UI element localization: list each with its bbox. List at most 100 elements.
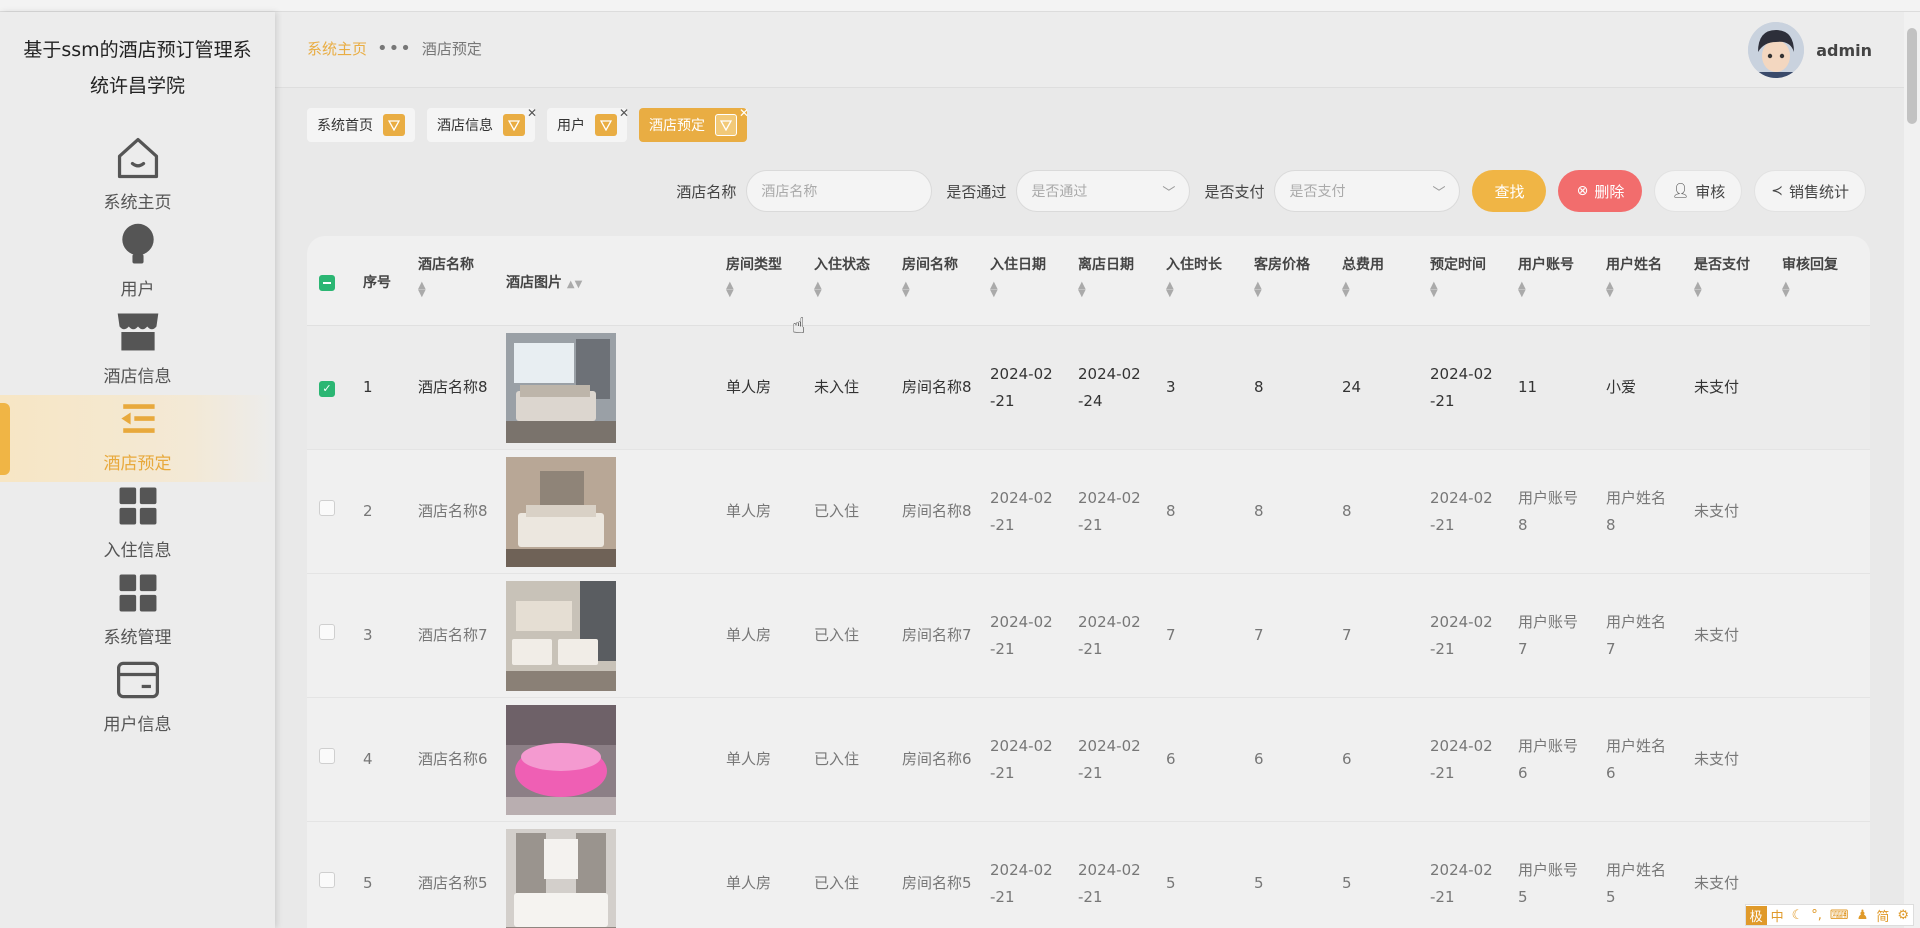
cell-duration: 7 [1166, 626, 1176, 644]
sort-icon[interactable]: ▲▼ [1694, 281, 1782, 299]
cell-price: 5 [1254, 874, 1264, 892]
sidebar-item-label: 用户 [120, 280, 155, 300]
cell-hotel: 酒店名称6 [418, 750, 488, 768]
cell-no: 4 [363, 750, 373, 768]
search-bar: 酒店名称 酒店名称 是否通过 是否通过 ﹀ 是否支付 是否支付 ﹀ 查找 ⊗ 删除 👤… [676, 170, 1866, 212]
sort-icon[interactable]: ▲▼ [567, 279, 582, 290]
cell-no: 3 [363, 626, 373, 644]
cell-account: 用户账号6 [1518, 736, 1579, 782]
table-row[interactable]: 2 酒店名称8 单人房 已入住 房间名称8 2024-02-21 2024-02… [307, 450, 1870, 574]
find-button[interactable]: 查找 [1472, 170, 1547, 212]
sidebar-item-checkin-info[interactable]: 入住信息 [0, 482, 275, 569]
col-header-sortable[interactable]: 酒店图片 ▲▼ [506, 236, 726, 325]
select-all-checkbox[interactable] [307, 236, 363, 325]
cell-in-date: 2024-02-21 [990, 364, 1053, 410]
row-checkbox[interactable] [319, 748, 335, 764]
tag-icon [595, 114, 617, 136]
tag-icon [715, 114, 737, 136]
sort-icon[interactable]: ▲▼ [1606, 281, 1694, 299]
close-icon[interactable]: ✕ [619, 106, 629, 120]
close-icon[interactable]: ✕ [739, 106, 749, 120]
col-header-sortable[interactable]: 审核回复 ▲ ▼ [1782, 236, 1864, 325]
chevron-down-icon: ﹀ [1162, 186, 1176, 201]
row-checkbox[interactable] [319, 872, 335, 888]
col-header-sortable[interactable]: 用户账号 ▲ ▼ [1518, 236, 1606, 325]
cell-type: 单人房 [726, 378, 772, 396]
sort-icon[interactable]: ▲▼ [418, 281, 506, 299]
sort-icon[interactable]: ▲▼ [1518, 281, 1606, 299]
breadcrumb-home-link[interactable]: 系统主页 [307, 38, 367, 59]
sort-icon[interactable]: ▲▼ [990, 281, 1078, 299]
punctuation-icon[interactable]: °, [1807, 908, 1826, 923]
cell-total: 7 [1342, 626, 1352, 644]
col-header-sortable[interactable]: 总费用 ▲ ▼ [1342, 236, 1430, 325]
audit-button[interactable]: 👤︎ 审核 [1654, 170, 1743, 212]
tag-home[interactable]: 系统首页 [307, 108, 415, 142]
sidebar-item-user-info[interactable]: 用户信息 [0, 656, 275, 743]
sort-icon[interactable]: ▲▼ [1166, 281, 1254, 299]
user-icon: 👤︎ [1671, 183, 1690, 199]
sort-icon[interactable]: ▲▼ [1078, 281, 1166, 299]
col-header-sortable[interactable]: 入住时长 ▲ ▼ [1166, 236, 1254, 325]
pass-select[interactable]: 是否通过 ﹀ [1016, 170, 1191, 212]
sales-stats-button[interactable]: ≺ 销售统计 [1754, 170, 1866, 212]
keyboard-icon[interactable]: ⌨ [1826, 908, 1853, 923]
sidebar-item-hotel-booking[interactable]: 酒店预定 [0, 395, 275, 482]
pay-select[interactable]: 是否支付 ﹀ [1274, 170, 1461, 212]
col-header-sortable[interactable]: 预定时间 ▲ ▼ [1430, 236, 1518, 325]
tag-hotel-booking[interactable]: 酒店预定 ✕ [639, 106, 749, 142]
col-header-sortable[interactable]: 酒店名称 ▲ ▼ [418, 236, 506, 325]
sidebar-item-system-manage[interactable]: 系统管理 [0, 569, 275, 656]
sort-icon[interactable]: ▲▼ [1342, 281, 1430, 299]
row-checkbox[interactable] [319, 624, 335, 640]
col-header-sortable[interactable]: 离店日期 ▲ ▼ [1078, 236, 1166, 325]
close-icon[interactable]: ✕ [527, 106, 537, 120]
table-row[interactable]: 3 酒店名称7 单人房 已入住 房间名称7 2024-02-21 2024-02… [307, 574, 1870, 698]
moon-icon[interactable]: ☾ [1788, 908, 1808, 923]
ime-toolbar[interactable]: 极 中 ☾ °, ⌨ ♟ 简 ⚙ [1744, 904, 1914, 926]
col-header-sortable[interactable]: 客房价格 ▲ ▼ [1254, 236, 1342, 325]
hotel-name-label: 酒店名称 [676, 182, 737, 201]
user-icon[interactable]: ♟ [1853, 908, 1873, 923]
tag-user[interactable]: 用户 ✕ [547, 106, 629, 142]
hotel-name-input[interactable]: 酒店名称 [746, 170, 933, 212]
bulb-icon [121, 223, 154, 264]
col-header-sortable[interactable]: 入住日期 ▲ ▼ [990, 236, 1078, 325]
delete-button[interactable]: ⊗ 删除 [1558, 170, 1643, 212]
cell-paid: 未支付 [1694, 502, 1740, 520]
cell-room: 房间名称8 [902, 502, 972, 520]
ime-lang-toggle[interactable]: 中 [1767, 906, 1788, 925]
cell-paid: 未支付 [1694, 874, 1740, 892]
sort-icon[interactable]: ▲▼ [1782, 281, 1864, 299]
cell-type: 单人房 [726, 502, 772, 520]
cell-username: 用户姓名7 [1606, 612, 1667, 658]
user-menu[interactable]: admin [1748, 22, 1872, 78]
sidebar-item-home[interactable]: 系统主页 [0, 134, 275, 221]
col-header-sortable[interactable]: 用户姓名 ▲ ▼ [1606, 236, 1694, 325]
ime-simp-toggle[interactable]: 简 [1872, 906, 1893, 925]
row-checkbox[interactable]: ✓ [319, 380, 335, 397]
row-checkbox[interactable] [319, 500, 335, 516]
sidebar-item-user[interactable]: 用户 [0, 221, 275, 308]
table-row[interactable]: ✓ 1 酒店名称8 单人房 未入住 房间名称8 2024-02-21 2024-… [307, 326, 1870, 450]
sort-icon[interactable]: ▲▼ [902, 281, 990, 299]
col-header-sortable[interactable]: 房间类型 ▲ ▼ [726, 236, 814, 325]
cell-username: 用户姓名6 [1606, 736, 1667, 782]
cell-username: 用户姓名8 [1606, 488, 1667, 534]
sort-icon[interactable]: ▲▼ [1254, 281, 1342, 299]
gear-icon[interactable]: ⚙ [1893, 908, 1913, 923]
sidebar-item-hotel-info[interactable]: 酒店信息 [0, 308, 275, 395]
table-row[interactable]: 4 酒店名称6 单人房 已入住 房间名称6 2024-02-21 2024-02… [307, 698, 1870, 822]
sort-icon[interactable]: ▲▼ [814, 281, 902, 299]
table-row[interactable]: 5 酒店名称5 单人房 已入住 房间名称5 2024-02-21 2024-02… [307, 822, 1870, 928]
sort-icon[interactable]: ▲▼ [726, 281, 814, 299]
col-header-sortable[interactable]: 入住状态 ▲ ▼ [814, 236, 902, 325]
cell-out-date: 2024-02-24 [1078, 364, 1141, 410]
page-scrollbar[interactable] [1904, 12, 1920, 928]
scrollbar-thumb[interactable] [1907, 28, 1917, 124]
col-header-sortable[interactable]: 是否支付 ▲ ▼ [1694, 236, 1782, 325]
tag-hotel-info[interactable]: 酒店信息 ✕ [427, 106, 537, 142]
col-header-sortable[interactable]: 房间名称 ▲ ▼ [902, 236, 990, 325]
cell-out-date: 2024-02-21 [1078, 736, 1141, 782]
sort-icon[interactable]: ▲▼ [1430, 281, 1518, 299]
